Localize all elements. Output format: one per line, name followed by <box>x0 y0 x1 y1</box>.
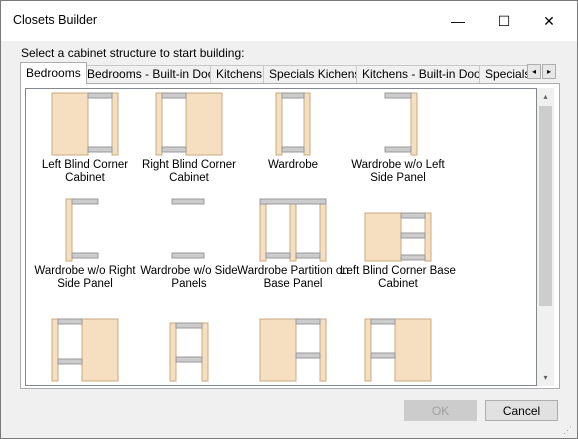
maximize-button[interactable]: ☐ <box>481 1 527 41</box>
cabinet-item[interactable]: Left Blind Corner Base Cabinet <box>339 195 457 291</box>
cabinet-item-label: Wardrobe Partition on Base Panel <box>237 265 349 290</box>
tab-kitchens-built-in-doors[interactable]: Kitchens - Built-in Doors <box>356 65 497 84</box>
tab-bedrooms-built-in-doors[interactable]: Bedrooms - Built-in Doors <box>81 65 231 84</box>
wardrobe-no-right-panel-icon <box>65 198 99 262</box>
title-bar: Closets Builder — ☐ ✕ <box>1 1 577 41</box>
close-button[interactable]: ✕ <box>526 1 572 41</box>
wardrobe-partition-icon <box>259 198 327 262</box>
cabinet-item-label: Wardrobe w/o Left Side Panel <box>351 159 445 184</box>
tab-scroll-left-button[interactable]: ◂ <box>527 64 541 79</box>
wardrobe-icon <box>275 92 311 156</box>
cabinet-item-label: Left Blind Corner Wall Cabinet <box>234 385 352 386</box>
wardrobe-no-side-panels-icon <box>171 198 205 259</box>
left-blind-corner-base-cabinet-icon <box>364 212 432 262</box>
category-tabs: Bedrooms Bedrooms - Built-in Doors Kitch… <box>20 62 527 84</box>
cabinet-item[interactable]: Base Cabinet <box>130 315 248 386</box>
left-blind-corner-wall-cabinet-icon <box>259 318 327 382</box>
cabinet-item[interactable]: Wardrobe Partition on Base Panel <box>234 195 352 291</box>
window-title: Closets Builder <box>13 13 98 27</box>
right-blind-corner-base-cabinet-icon <box>51 318 119 382</box>
cabinet-item[interactable]: Wardrobe w/o Right Side Panel <box>26 195 144 291</box>
cabinet-item-label: Right Blind Corner Cabinet <box>142 159 236 184</box>
cabinet-item[interactable]: Left Blind Corner Wall Cabinet <box>234 315 352 386</box>
ok-button[interactable]: OK <box>404 400 477 421</box>
tab-specials[interactable]: Specials <box>479 65 527 84</box>
cabinet-item[interactable]: Left Blind Corner Cabinet <box>26 89 144 185</box>
base-cabinet-icon <box>169 322 209 382</box>
cabinet-item-label: Wardrobe w/o Side Panels <box>140 265 238 290</box>
tab-panel: Left Blind Corner Cabinet Right Blind Cor… <box>20 83 560 389</box>
cabinet-item-label: Left Blind Corner Base Cabinet <box>340 265 456 290</box>
cabinet-item-label: Wardrobe <box>267 159 319 171</box>
cabinet-item-label: Right Blind Corner Wall Cabinet <box>339 385 457 386</box>
right-blind-corner-wall-cabinet-icon <box>364 318 432 382</box>
cabinet-item-label: Right Blind Corner Base Cabinet <box>26 385 144 386</box>
cabinet-item[interactable]: Right Blind Corner Base Cabinet <box>26 315 144 386</box>
tab-scroll-right-button[interactable]: ▸ <box>542 64 556 79</box>
scroll-thumb[interactable] <box>539 106 552 306</box>
resize-grip[interactable]: ⋰ <box>563 425 572 436</box>
cabinet-item-label: Base Cabinet <box>130 385 248 386</box>
instruction-label: Select a cabinet structure to start buil… <box>21 46 245 60</box>
vertical-scrollbar[interactable]: ▴ ▾ <box>537 88 554 386</box>
left-blind-corner-cabinet-icon <box>51 92 119 156</box>
closets-builder-window: Closets Builder — ☐ ✕ Select a cabinet s… <box>0 0 578 439</box>
cancel-button[interactable]: Cancel <box>485 400 558 421</box>
cabinet-item[interactable]: Right Blind Corner Cabinet <box>130 89 248 185</box>
cabinet-item[interactable]: Right Blind Corner Wall Cabinet <box>339 315 457 386</box>
cabinet-item[interactable]: Wardrobe w/o Left Side Panel <box>339 89 457 185</box>
minimize-button[interactable]: — <box>435 1 481 41</box>
cabinet-item[interactable]: Wardrobe <box>234 89 352 172</box>
cabinet-item[interactable]: Wardrobe w/o Side Panels <box>130 195 248 291</box>
scroll-up-button[interactable]: ▴ <box>537 88 554 105</box>
right-blind-corner-cabinet-icon <box>155 92 223 156</box>
cabinet-item-label: Wardrobe w/o Right Side Panel <box>34 265 136 290</box>
cabinet-item-label: Left Blind Corner Cabinet <box>41 159 129 184</box>
wardrobe-no-left-panel-icon <box>384 92 418 156</box>
tab-bedrooms[interactable]: Bedrooms <box>20 62 87 84</box>
tab-specials-kichens[interactable]: Specials Kichens <box>263 65 367 84</box>
tab-kitchens[interactable]: Kitchens <box>210 65 269 84</box>
scroll-down-button[interactable]: ▾ <box>537 369 554 386</box>
cabinet-grid: Left Blind Corner Cabinet Right Blind Cor… <box>25 88 537 386</box>
